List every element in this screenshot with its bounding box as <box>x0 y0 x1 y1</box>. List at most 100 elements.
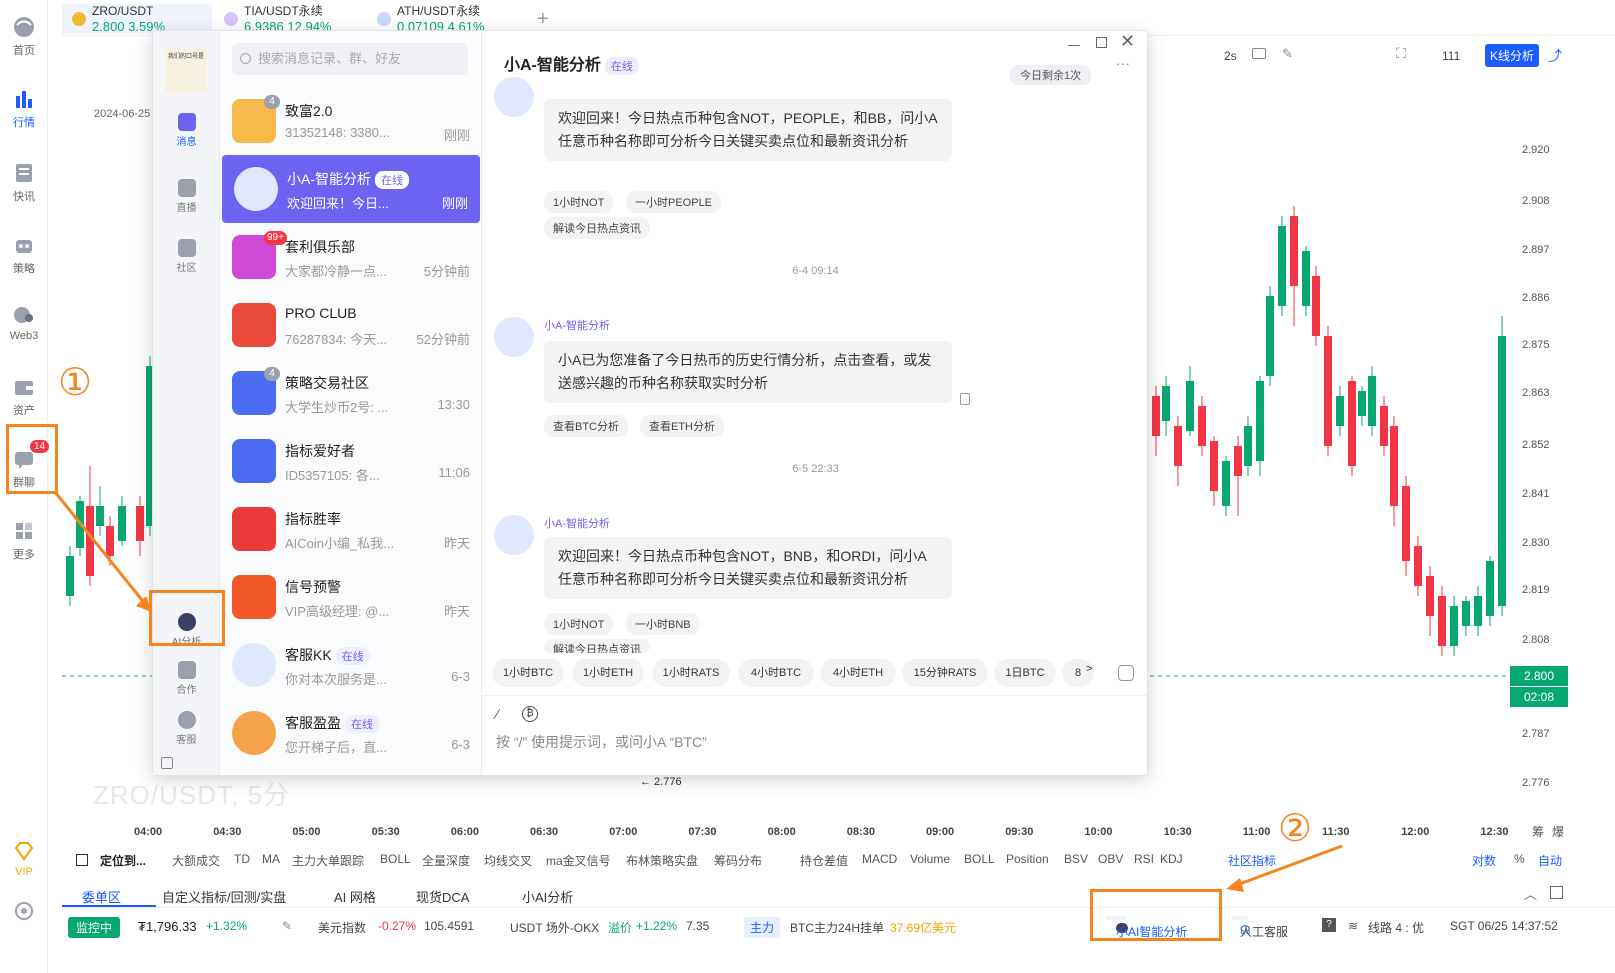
candle-body <box>1312 276 1320 336</box>
minimize-icon[interactable] <box>1068 45 1080 46</box>
nav-more[interactable]: 更多 <box>0 520 48 562</box>
tab-spot-dca[interactable]: 现货DCA <box>416 887 469 906</box>
copy-icon[interactable] <box>960 393 970 405</box>
conversation-item[interactable]: 指标爱好者 ID5357105: 各... 11:06 <box>220 427 482 495</box>
add-tab-button[interactable]: + <box>537 8 549 31</box>
rail-messages[interactable]: 消息 <box>153 113 220 148</box>
chevron-right-icon[interactable]: > <box>1086 663 1092 675</box>
tab-xiao-ai[interactable]: 小AI分析 <box>522 887 573 906</box>
indicator-item[interactable]: Position <box>1006 852 1049 866</box>
x-tick-label: 09:30 <box>1005 826 1033 838</box>
message-input[interactable]: 按 “/” 使用提示词，或问小A “BTC” <box>496 732 1126 756</box>
quick-button[interactable]: 4小时BTC <box>738 659 814 687</box>
community-indicator-button[interactable]: 社区指标 <box>1228 852 1276 869</box>
popout-icon[interactable] <box>1550 886 1563 899</box>
log-scale-toggle[interactable]: 对数 <box>1472 852 1496 869</box>
percent-toggle[interactable]: % <box>1514 852 1525 866</box>
monitor-badge[interactable]: 监控中 <box>68 917 121 938</box>
magic-wand-icon[interactable]: ⁄ <box>496 706 498 722</box>
collapse-icon[interactable] <box>161 757 173 769</box>
indicator-item[interactable]: MA <box>262 852 280 866</box>
conversation-item[interactable]: 99+ 套利俱乐部 大家都冷静一点... 5分钟前 <box>220 223 482 291</box>
help-icon[interactable]: ? <box>1322 918 1336 932</box>
more-icon[interactable]: ··· <box>1116 55 1130 71</box>
quick-reply-chip[interactable]: 解读今日热点资讯 <box>544 217 650 239</box>
chevron-up-icon[interactable]: ︿ <box>1524 884 1537 903</box>
candle-body <box>96 506 104 526</box>
candle-body <box>1198 406 1206 446</box>
callout-number: ② <box>1278 808 1313 850</box>
quick-button[interactable]: 1小时RATS <box>652 659 730 687</box>
tab-orders[interactable]: 委单区 <box>82 887 121 906</box>
indicator-item[interactable]: RSI <box>1134 852 1154 866</box>
network-line[interactable]: 线路 4 : 优 <box>1368 919 1424 936</box>
quick-reply-chip[interactable]: 1小时NOT <box>544 613 614 635</box>
indicator-item[interactable]: BOLL <box>964 852 995 866</box>
nav-strategy[interactable]: 策略 <box>0 234 48 276</box>
nav-web3[interactable]: Web3 <box>0 304 48 342</box>
tab-ai-grid[interactable]: AI 网格 <box>334 887 376 906</box>
indicator-item[interactable]: 均线交叉 <box>484 852 532 869</box>
locate-button[interactable]: 定位到... <box>100 852 146 869</box>
nav-vip[interactable]: VIP <box>0 840 48 878</box>
profile-avatar[interactable]: 我们的口号是 <box>165 49 207 93</box>
maximize-icon[interactable] <box>1096 37 1107 48</box>
indicator-item[interactable]: KDJ <box>1160 852 1183 866</box>
rail-support[interactable]: 客服 <box>153 711 220 746</box>
conversation-item[interactable]: 4 策略交易社区 大学生炒币2号: ... 13:30 <box>220 359 482 427</box>
indicator-item[interactable]: 全量深度 <box>422 852 470 869</box>
quick-reply-chip[interactable]: 一小时BNB <box>626 613 700 635</box>
close-icon[interactable]: ✕ <box>1120 31 1135 52</box>
x-tick-label: 07:30 <box>688 826 716 838</box>
conversation-item[interactable]: 信号预警 VIP高级经理: @... 昨天 <box>220 563 482 631</box>
nav-news[interactable]: 快讯 <box>0 162 48 204</box>
indicator-item[interactable]: 大额成交 <box>172 852 220 869</box>
y-tick-label: 2.886 <box>1522 292 1550 304</box>
rail-live[interactable]: 直播 <box>153 179 220 214</box>
customer-service-button[interactable]: ☊ 人工客服 <box>1232 916 1288 939</box>
nav-market[interactable]: 行情 <box>0 88 48 130</box>
quick-button[interactable]: 1日BTC <box>994 659 1056 687</box>
quick-button[interactable]: 1小时ETH <box>572 659 644 687</box>
conversation-item[interactable]: 4 致富2.0 31352148: 3380... 刚刚 <box>220 87 482 155</box>
quick-reply-chip[interactable]: 一小时PEOPLE <box>626 191 722 213</box>
indicator-item[interactable]: BSV <box>1064 852 1088 866</box>
chat-list-icon[interactable] <box>1118 665 1134 681</box>
coin-symbol-icon[interactable]: ₿ <box>522 706 538 722</box>
indicator-item[interactable]: 布林策略实盘 <box>626 852 698 869</box>
quick-reply-chip[interactable]: 1小时NOT <box>544 191 614 213</box>
indicator-item[interactable]: 主力大单跟踪 <box>292 852 364 869</box>
conversation-item[interactable]: 指标胜率 AICoin小编_私我... 昨天 <box>220 495 482 563</box>
quick-reply-chip[interactable]: 查看BTC分析 <box>544 415 628 437</box>
quick-reply-chip[interactable]: 查看ETH分析 <box>640 415 724 437</box>
tab-tia-usdt[interactable]: TIA/USDT永续 6.9386 12.94% <box>214 4 364 30</box>
conversation-item[interactable]: 客服盈盈 在线 您开梯子后，直... 6-3 <box>220 699 482 767</box>
search-input[interactable]: 搜索消息记录、群、好友 <box>232 43 468 75</box>
indicator-item[interactable]: 筹码分布 <box>714 852 762 869</box>
indicator-item[interactable]: OBV <box>1098 852 1123 866</box>
nav-assets[interactable]: 资产 <box>0 376 48 418</box>
tab-custom-indicator[interactable]: 自定义指标/回测/实盘 <box>162 887 286 906</box>
x-tick-label: 04:00 <box>134 826 162 838</box>
calendar-icon[interactable] <box>76 854 88 866</box>
conversation-item[interactable]: PRO CLUB 76287834: 今天... 52分钟前 <box>220 291 482 359</box>
nav-settings[interactable] <box>0 900 48 926</box>
conversation-item-selected[interactable]: 小A-智能分析 在线 欢迎回来！今日... 刚刚 <box>222 155 480 223</box>
quick-button[interactable]: 15分钟RATS <box>902 659 988 687</box>
quick-reply-chip[interactable]: 解读今日热点资讯 <box>544 639 650 653</box>
quick-button[interactable]: 1小时BTC <box>492 659 564 687</box>
indicator-item[interactable]: BOLL <box>380 852 411 866</box>
indicator-item[interactable]: Volume <box>910 852 950 866</box>
auto-scale-toggle[interactable]: 自动 <box>1538 852 1562 869</box>
indicator-item[interactable]: ma金叉信号 <box>546 852 611 869</box>
indicator-item[interactable]: 持仓差值 <box>800 852 848 869</box>
rail-community[interactable]: 社区 <box>153 239 220 274</box>
conversation-item[interactable]: 客服KK 在线 你对本次服务是... 6-3 <box>220 631 482 699</box>
tab-ath-usdt[interactable]: ATH/USDT永续 0.07109 4.61% <box>367 4 517 30</box>
indicator-item[interactable]: TD <box>234 852 250 866</box>
indicator-item[interactable]: MACD <box>862 852 897 866</box>
rail-cooperation[interactable]: 合作 <box>153 661 220 696</box>
quick-button[interactable]: 4小时ETH <box>820 659 896 687</box>
nav-home[interactable]: 首页 <box>0 16 48 58</box>
edit-icon[interactable]: ✎ <box>282 919 292 933</box>
